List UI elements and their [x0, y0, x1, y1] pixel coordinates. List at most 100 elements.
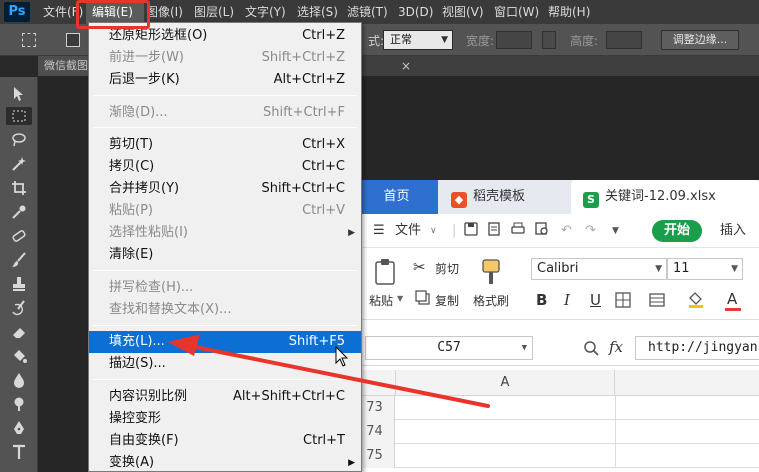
menu-item-free-transform[interactable]: 自由变换(F) Ctrl+T	[89, 430, 361, 452]
menu-item-stroke[interactable]: 描边(S)...	[89, 353, 361, 375]
type-tool-icon[interactable]	[6, 443, 32, 461]
menu-item-copy-merged[interactable]: 合并拷贝(Y) Shift+Ctrl+C	[89, 178, 361, 200]
zoom-icon	[583, 340, 599, 359]
export-pdf-icon	[486, 214, 502, 248]
menu-item-fade[interactable]: 渐隐(D)... Shift+Ctrl+F	[89, 102, 361, 124]
scissors-icon: ✂	[413, 258, 426, 276]
cell-style-icon	[649, 292, 665, 311]
font-size-field: 11 ▼	[667, 258, 743, 280]
pen-tool-icon[interactable]	[6, 419, 32, 437]
menu-image[interactable]: 图像(I)	[146, 0, 183, 24]
menu-item-paste[interactable]: 粘贴(P) Ctrl+V	[89, 200, 361, 222]
edit-menu-dropdown: 还原矩形选框(O) Ctrl+Z 前进一步(W) Shift+Ctrl+Z 后退一步…	[88, 22, 362, 472]
spreadsheet-icon: S	[583, 192, 599, 208]
wps-formula-bar: C57 ▼ fx http://jingyan	[355, 330, 759, 366]
wps-tab-home: 首页	[355, 180, 438, 214]
crop-tool-icon[interactable]	[6, 179, 32, 197]
name-box-value: C57	[437, 340, 461, 355]
dodge-tool-icon[interactable]	[6, 395, 32, 413]
table-row: 73	[355, 396, 759, 420]
refine-edge-button[interactable]: 调整边缘...	[661, 30, 739, 50]
photoshop-logo: Ps	[4, 2, 30, 22]
brush-tool-icon[interactable]	[6, 251, 32, 269]
table-row: 75	[355, 444, 759, 468]
close-icon[interactable]: ×	[396, 56, 416, 76]
menu-separator	[93, 379, 357, 380]
healing-brush-icon[interactable]	[6, 227, 32, 245]
menu-item-step-forward[interactable]: 前进一步(W) Shift+Ctrl+Z	[89, 47, 361, 69]
menu-item-step-backward[interactable]: 后退一步(K) Alt+Ctrl+Z	[89, 69, 361, 91]
print-icon	[510, 214, 526, 248]
font-color-icon: A	[727, 290, 738, 308]
style-select[interactable]: 正常 ▼	[383, 30, 453, 50]
menu-item-cut[interactable]: 剪切(T) Ctrl+X	[89, 134, 361, 156]
underline-icon: U	[590, 291, 601, 309]
height-field[interactable]	[606, 31, 642, 49]
swap-icon[interactable]	[542, 31, 556, 49]
menu-item-find-replace[interactable]: 查找和替换文本(X)...	[89, 299, 361, 321]
menu-item-check-spelling[interactable]: 拼写检查(H)...	[89, 277, 361, 299]
marquee-tool-icon[interactable]	[6, 107, 32, 125]
paste-icon	[373, 258, 399, 289]
menu-item-fill[interactable]: 填充(L)... Shift+F5	[89, 331, 361, 353]
menu-help[interactable]: 帮助(H)	[548, 0, 590, 24]
marquee-preset-icon[interactable]	[22, 33, 36, 47]
column-header-a: A	[395, 370, 615, 396]
menu-3d[interactable]: 3D(D)	[398, 0, 433, 24]
menu-filter[interactable]: 滤镜(T)	[347, 0, 388, 24]
height-label: 高度:	[570, 34, 599, 48]
magic-wand-icon[interactable]	[6, 155, 32, 173]
lasso-tool-icon[interactable]	[6, 131, 32, 149]
function-icon: fx	[609, 338, 624, 356]
menu-separator	[93, 270, 357, 271]
menu-view[interactable]: 视图(V)	[442, 0, 484, 24]
chevron-down-icon: ▼	[612, 226, 619, 236]
menu-item-paste-special[interactable]: 选择性粘贴(I) ▶	[89, 222, 361, 244]
stamp-tool-icon[interactable]	[6, 275, 32, 293]
blur-tool-icon[interactable]	[6, 371, 32, 389]
submenu-arrow-icon: ▶	[348, 458, 355, 468]
divider: |	[452, 223, 457, 238]
menu-separator	[93, 127, 357, 128]
paste-label: 粘贴	[369, 294, 394, 308]
menu-item-puppet-warp[interactable]: 操控变形	[89, 408, 361, 430]
document-tab[interactable]: 微信截图	[38, 56, 90, 76]
wps-insert-tab: 插入	[720, 223, 747, 238]
canvas-image-wps-spreadsheet: 首页 ◆ 稻壳模板 S 关键词-12.09.xlsx ☰ 文件 ∨ | ↶ ↷ ▼ …	[355, 180, 759, 472]
copy-label: 复制	[435, 294, 460, 308]
new-selection-icon[interactable]	[66, 33, 80, 47]
menu-separator	[93, 95, 357, 96]
redo-icon: ↷	[585, 223, 596, 238]
menu-layer[interactable]: 图层(L)	[194, 0, 234, 24]
format-painter-label: 格式刷	[473, 294, 510, 308]
move-tool-icon[interactable]	[6, 85, 32, 103]
menu-item-content-aware-scale[interactable]: 内容识别比例 Alt+Shift+Ctrl+C	[89, 386, 361, 408]
paint-bucket-icon[interactable]	[6, 347, 32, 365]
width-field[interactable]	[496, 31, 532, 49]
wps-tab-template: ◆ 稻壳模板	[451, 180, 525, 214]
eraser-tool-icon[interactable]	[6, 323, 32, 341]
column-header-row: A	[355, 370, 759, 396]
menu-select[interactable]: 选择(S)	[297, 0, 338, 24]
print-preview-icon	[534, 214, 550, 248]
eyedropper-icon[interactable]	[6, 203, 32, 221]
italic-icon: I	[564, 291, 570, 309]
chevron-down-icon: ▼	[731, 264, 738, 274]
font-size-value: 11	[673, 261, 690, 276]
menu-type[interactable]: 文字(Y)	[245, 0, 286, 24]
wps-tab-file: S 关键词-12.09.xlsx	[571, 180, 759, 214]
tools-panel	[0, 77, 38, 472]
menu-item-copy[interactable]: 拷贝(C) Ctrl+C	[89, 156, 361, 178]
wps-tab-template-label: 稻壳模板	[473, 189, 526, 204]
menu-item-clear[interactable]: 清除(E)	[89, 244, 361, 266]
mouse-cursor-icon	[335, 346, 349, 367]
chevron-down-icon: ▼	[655, 264, 662, 274]
menu-item-transform[interactable]: 变换(A) ▶	[89, 452, 361, 472]
menu-window[interactable]: 窗口(W)	[494, 0, 539, 24]
chevron-down-icon: ▼	[441, 35, 448, 45]
history-brush-icon[interactable]	[6, 299, 32, 317]
chevron-down-icon: ▼	[397, 294, 404, 303]
wps-file-menu: 文件	[395, 223, 422, 238]
font-name-value: Calibri	[537, 261, 579, 276]
table-row: 74	[355, 420, 759, 444]
